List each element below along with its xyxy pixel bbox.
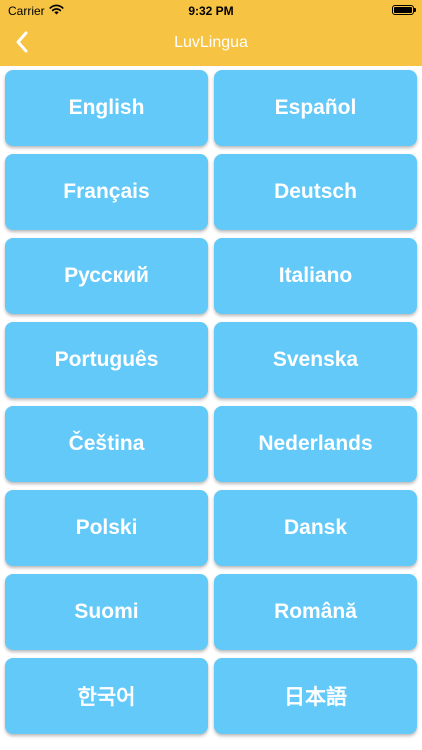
battery-full-icon bbox=[392, 5, 416, 15]
language-button-italian[interactable]: Italiano bbox=[214, 238, 417, 314]
language-button-swedish[interactable]: Svenska bbox=[214, 322, 417, 398]
language-button-russian[interactable]: Русский bbox=[5, 238, 208, 314]
status-time: 9:32 PM bbox=[188, 4, 234, 18]
language-button-polish[interactable]: Polski bbox=[5, 490, 208, 566]
language-button-danish[interactable]: Dansk bbox=[214, 490, 417, 566]
language-button-spanish[interactable]: Español bbox=[214, 70, 417, 146]
page-title: LuvLingua bbox=[174, 34, 248, 51]
language-button-czech[interactable]: Čeština bbox=[5, 406, 208, 482]
navigation-bar: LuvLingua bbox=[0, 22, 422, 66]
language-button-romanian[interactable]: Română bbox=[214, 574, 417, 650]
status-bar: Carrier 9:32 PM bbox=[0, 0, 422, 22]
language-button-japanese[interactable]: 日本語 bbox=[214, 658, 417, 734]
language-button-french[interactable]: Français bbox=[5, 154, 208, 230]
language-grid: English Español Français Deutsch Русский… bbox=[0, 66, 422, 750]
language-button-finnish[interactable]: Suomi bbox=[5, 574, 208, 650]
language-button-korean[interactable]: 한국어 bbox=[5, 658, 208, 734]
language-button-english[interactable]: English bbox=[5, 70, 208, 146]
language-button-dutch[interactable]: Nederlands bbox=[214, 406, 417, 482]
language-button-portuguese[interactable]: Português bbox=[5, 322, 208, 398]
language-button-german[interactable]: Deutsch bbox=[214, 154, 417, 230]
